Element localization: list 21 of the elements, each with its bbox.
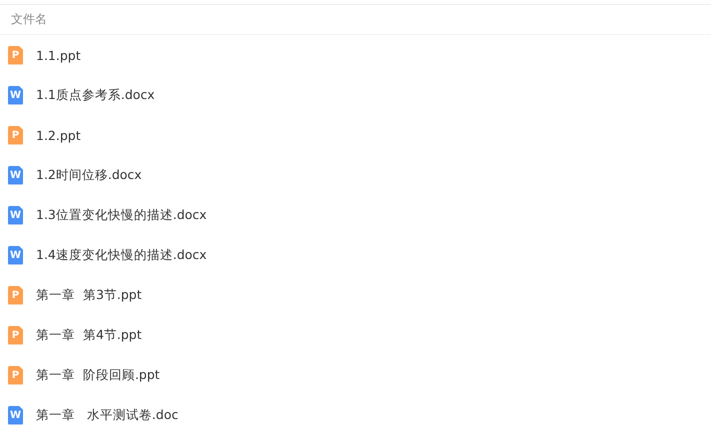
presentation-file-icon: P <box>8 46 23 64</box>
file-name[interactable]: 1.2.ppt <box>36 128 81 142</box>
presentation-file-icon: P <box>8 366 23 384</box>
file-name[interactable]: 1.3位置变化快慢的描述.docx <box>36 206 207 224</box>
file-name[interactable]: 1.1质点参考系.docx <box>36 86 155 104</box>
file-name[interactable]: 1.4速度变化快慢的描述.docx <box>36 246 207 264</box>
file-name[interactable]: 第一章 水平测试卷.doc <box>36 406 178 424</box>
file-name[interactable]: 第一章 第3节.ppt <box>36 286 142 304</box>
document-file-icon: W <box>8 86 23 104</box>
file-name[interactable]: 第一章 第4节.ppt <box>36 326 142 344</box>
presentation-file-icon: P <box>8 126 23 144</box>
file-name[interactable]: 第一章 阶段回顾.ppt <box>36 366 160 384</box>
presentation-file-icon: P <box>8 286 23 304</box>
document-file-icon: W <box>8 206 23 224</box>
file-name[interactable]: 1.2时间位移.docx <box>36 166 142 184</box>
document-file-icon: W <box>8 406 23 424</box>
file-name[interactable]: 1.1.ppt <box>36 48 81 62</box>
document-file-icon: W <box>8 166 23 184</box>
column-header: 文件名 <box>11 11 47 28</box>
presentation-file-icon: P <box>8 326 23 344</box>
document-file-icon: W <box>8 246 23 264</box>
